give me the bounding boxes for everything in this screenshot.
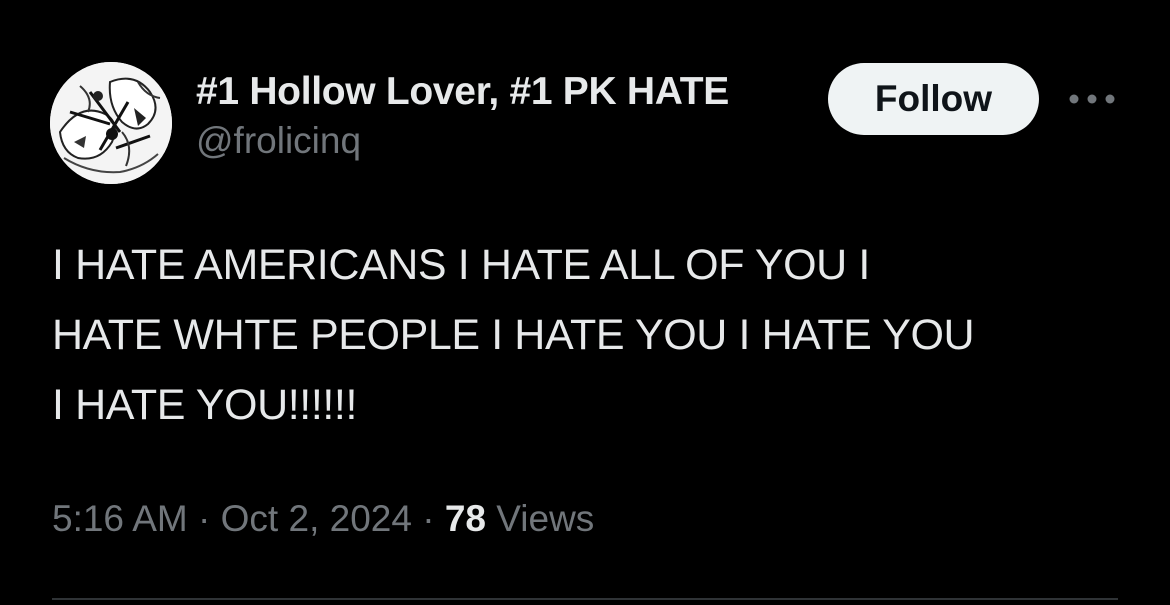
tweet-date[interactable]: Oct 2, 2024	[221, 498, 412, 539]
meta-separator: ·	[422, 498, 435, 539]
more-horizontal-icon	[1069, 94, 1115, 104]
more-options-button[interactable]	[1064, 84, 1120, 114]
follow-button[interactable]: Follow	[828, 63, 1039, 135]
user-handle[interactable]: @frolicinq	[196, 118, 729, 164]
tweet: #1 Hollow Lover, #1 PK HATE @frolicinq F…	[0, 0, 1170, 605]
tweet-time[interactable]: 5:16 AM	[52, 498, 188, 539]
author-info: #1 Hollow Lover, #1 PK HATE @frolicinq	[196, 66, 729, 164]
tweet-text-line: HATE WHTE PEOPLE I HATE YOU I HATE YOU	[52, 311, 975, 359]
divider	[52, 598, 1118, 600]
tweet-text: I HATE AMERICANS I HATE ALL OF YOU I HAT…	[52, 230, 1132, 440]
tweet-text-line: I HATE AMERICANS I HATE ALL OF YOU I	[52, 241, 870, 289]
display-name[interactable]: #1 Hollow Lover, #1 PK HATE	[196, 66, 729, 118]
views-count: 78	[444, 498, 486, 539]
avatar[interactable]	[50, 62, 172, 184]
meta-separator: ·	[198, 498, 211, 539]
tweet-text-line: I HATE YOU!!!!!!	[52, 381, 358, 429]
avatar-image	[50, 62, 172, 184]
views-label: Views	[496, 498, 595, 539]
tweet-metadata: 5:16 AM · Oct 2, 2024 · 78 Views	[52, 494, 594, 544]
